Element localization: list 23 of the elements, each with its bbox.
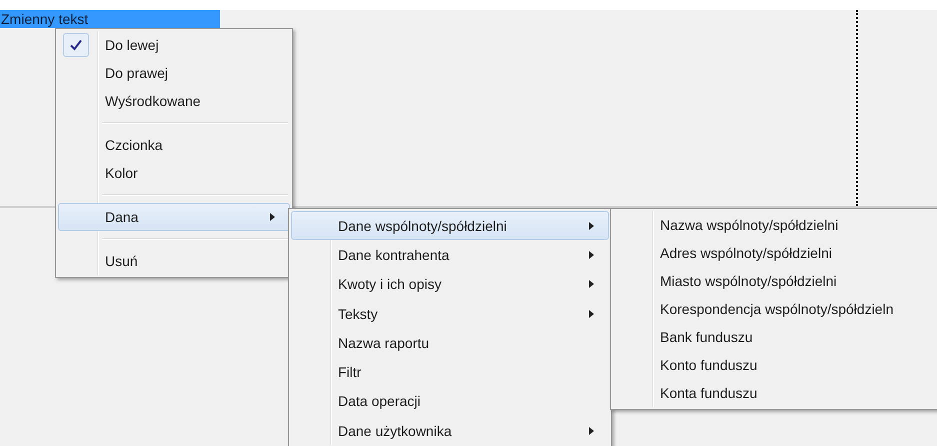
menu-item[interactable]: Usuń [58, 247, 290, 275]
menu-item[interactable]: Miasto wspólnoty/spółdzielni [613, 267, 937, 295]
menu-item[interactable]: Do lewej [58, 31, 290, 59]
menu-item[interactable]: Nazwa wspólnoty/spółdzielni [613, 211, 937, 239]
menu-item[interactable]: Filtr [291, 357, 609, 387]
menu-item[interactable]: Dane wspólnoty/spółdzielni [291, 211, 609, 240]
menu-item[interactable]: Korespondencja wspólnoty/spółdzieln [613, 295, 937, 323]
menu-item[interactable]: Teksty [291, 298, 609, 328]
menu-item[interactable]: Wyśrodkowane [58, 87, 290, 115]
menu-item[interactable]: Konto funduszu [613, 351, 937, 379]
menu-item[interactable]: Dane kontrahenta [291, 240, 609, 270]
menu-item[interactable]: Bank funduszu [613, 323, 937, 351]
menu-item[interactable]: Kolor [58, 159, 290, 187]
menu-item[interactable]: Kwoty i ich opisy [291, 270, 609, 299]
menu-item[interactable]: Konta funduszu [613, 379, 937, 407]
menu-item[interactable]: Data operacji [291, 386, 609, 416]
menu-item[interactable]: Nazwa raportu [291, 328, 609, 358]
menu-item[interactable]: Dana [58, 203, 290, 231]
menu-item[interactable]: Dane użytkownika [291, 416, 609, 446]
menu-item[interactable]: Adres wspólnoty/spółdzielni [613, 239, 937, 267]
text-field-label[interactable]: Zmienny tekst [0, 10, 220, 28]
menu-item[interactable]: Do prawej [58, 59, 290, 87]
menu-item[interactable]: Czcionka [58, 131, 290, 159]
